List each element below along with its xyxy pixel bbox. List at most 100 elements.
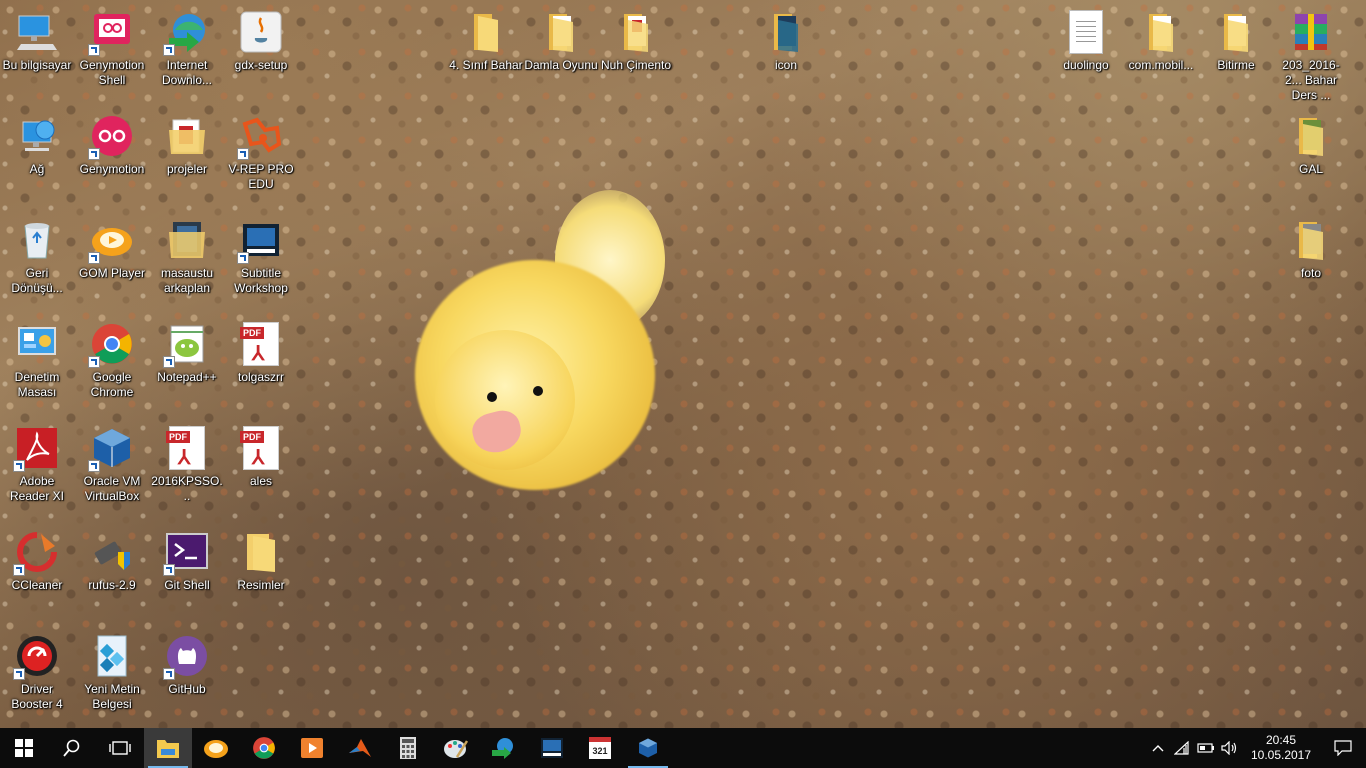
taskbar-chrome[interactable]	[240, 728, 288, 768]
desktop-icon-ccleaner[interactable]: CCleaner	[0, 528, 74, 593]
desktop-icon-label: GOM Player	[78, 266, 145, 280]
taskbar: 321 20:45 10.05.2017	[0, 728, 1366, 768]
taskbar-idm[interactable]	[480, 728, 528, 768]
desktop-icon-icon[interactable]: icon	[749, 8, 823, 73]
desktop-icon-label: Bu bilgisayar	[2, 58, 72, 72]
folder-icon	[462, 8, 510, 56]
taskbar-media-player[interactable]	[288, 728, 336, 768]
taskbar-paint[interactable]	[432, 728, 480, 768]
desktop-icon-virtualbox[interactable]: Oracle VM VirtualBox	[75, 424, 149, 504]
desktop-icon-foto[interactable]: foto	[1274, 216, 1348, 281]
ccleaner-icon	[13, 528, 61, 576]
duckling-wallpaper	[405, 190, 675, 510]
taskbar-clock[interactable]: 20:45 10.05.2017	[1248, 733, 1314, 763]
desktop-icon-tolgaszrr[interactable]: PDF ⅄ tolgaszrr	[224, 320, 298, 385]
task-view-button[interactable]	[96, 728, 144, 768]
desktop-icon-label: Subtitle Workshop	[234, 266, 288, 295]
network-tray-button[interactable]	[1170, 728, 1194, 768]
folder-icon	[1287, 216, 1335, 264]
desktop-icon-github[interactable]: GitHub	[150, 632, 224, 697]
taskbar-file-explorer[interactable]	[144, 728, 192, 768]
chevron-up-icon	[1152, 745, 1164, 752]
desktop-icon-resimler[interactable]: Resimler	[224, 528, 298, 593]
file-explorer-icon	[157, 740, 179, 758]
battery-tray-button[interactable]	[1194, 728, 1218, 768]
pdf-icon: PDF ⅄	[237, 424, 285, 472]
taskbar-matlab[interactable]	[336, 728, 384, 768]
desktop-icon-notepad-plus-plus[interactable]: Notepad++	[150, 320, 224, 385]
desktop-icon-4-sinif-bahar[interactable]: 4. Sınıf Bahar	[449, 8, 523, 73]
desktop-icon-ag[interactable]: Ağ	[0, 112, 74, 177]
desktop-icon-projeler[interactable]: projeler	[150, 112, 224, 177]
action-center-button[interactable]	[1320, 728, 1366, 768]
desktop-icon-denetim-masasi[interactable]: Denetim Masası	[0, 320, 74, 400]
folder-icon	[762, 8, 810, 56]
desktop-icon-label: ales	[249, 474, 272, 488]
text-file-icon	[88, 632, 136, 680]
system-tray: 20:45 10.05.2017	[1146, 728, 1366, 768]
taskbar-virtualbox[interactable]	[624, 728, 672, 768]
folder-icon	[612, 8, 660, 56]
desktop-icon-geri-donusum[interactable]: Geri Dönüşü...	[0, 216, 74, 296]
desktop-icon-driver-booster[interactable]: Driver Booster 4	[0, 632, 74, 712]
desktop-icon-gdx-setup[interactable]: gdx-setup	[224, 8, 298, 73]
desktop-icon-label: Driver Booster 4	[11, 682, 63, 711]
notepad-plus-plus-icon	[163, 320, 211, 368]
paint-icon	[444, 740, 469, 758]
start-button[interactable]	[0, 728, 48, 768]
desktop-icon-label: Google Chrome	[90, 370, 134, 399]
desktop-icon-label: Nuh Çimento	[600, 58, 672, 72]
taskbar-calendar-321[interactable]: 321	[576, 728, 624, 768]
desktop-icon-com-mobil[interactable]: com.mobil...	[1124, 8, 1198, 73]
desktop-icon-nuh-cimento[interactable]: Nuh Çimento	[599, 8, 673, 73]
desktop-icon-google-chrome[interactable]: Google Chrome	[75, 320, 149, 400]
virtualbox-icon	[639, 738, 657, 758]
desktop-icon-internet-download-manager[interactable]: Internet Downlo...	[150, 8, 224, 88]
show-hidden-icons-button[interactable]	[1146, 728, 1170, 768]
subtitle-workshop-icon	[541, 738, 563, 758]
desktop-icon-label: Bitirme	[1217, 58, 1255, 72]
notification-icon	[1334, 740, 1352, 756]
media-player-icon	[301, 738, 323, 758]
control-panel-icon	[13, 320, 61, 368]
virtualbox-icon	[88, 424, 136, 472]
desktop-icon-genymotion-shell[interactable]: Genymotion Shell	[75, 8, 149, 88]
clock-date: 10.05.2017	[1250, 748, 1312, 762]
vrep-icon	[237, 112, 285, 160]
desktop-icon-bitirme[interactable]: Bitirme	[1199, 8, 1273, 73]
desktop-icon-label: rufus-2.9	[88, 578, 136, 592]
desktop-icon-bu-bilgisayar[interactable]: Bu bilgisayar	[0, 8, 74, 73]
desktop-icon-ales[interactable]: PDF ⅄ ales	[224, 424, 298, 489]
desktop-icon-label: tolgaszrr	[237, 370, 284, 384]
search-button[interactable]	[48, 728, 96, 768]
desktop-icon-yeni-metin-belgesi[interactable]: Yeni Metin Belgesi	[75, 632, 149, 712]
desktop-icon-label: Git Shell	[164, 578, 210, 592]
wifi-icon	[1174, 741, 1189, 755]
desktop-icon-git-shell[interactable]: Git Shell	[150, 528, 224, 593]
desktop-icon-gal[interactable]: GAL	[1274, 112, 1348, 177]
battery-icon	[1197, 743, 1214, 753]
desktop-icon-2016kpss[interactable]: PDF ⅄ 2016KPSSO...	[150, 424, 224, 504]
desktop-icon-adobe-reader[interactable]: Adobe Reader XI	[0, 424, 74, 504]
desktop-icon-masaustu-arkaplan[interactable]: masaustu arkaplan	[150, 216, 224, 296]
calculator-icon	[400, 737, 416, 759]
desktop-icon-label: Internet Downlo...	[161, 58, 213, 87]
taskbar-calculator[interactable]	[384, 728, 432, 768]
desktop-icon-genymotion[interactable]: Genymotion	[75, 112, 149, 177]
volume-tray-button[interactable]	[1218, 728, 1242, 768]
folder-icon	[163, 112, 211, 160]
desktop-icon-label: Oracle VM VirtualBox	[83, 474, 141, 503]
desktop-icon-vrep[interactable]: V-REP PRO EDU	[224, 112, 298, 192]
desktop-icon-damla-oyunu[interactable]: Damla Oyunu	[524, 8, 598, 73]
driver-booster-icon	[13, 632, 61, 680]
desktop-icon-gom-player[interactable]: GOM Player	[75, 216, 149, 281]
genymotion-icon	[88, 112, 136, 160]
desktop-icon-label: masaustu arkaplan	[160, 266, 214, 295]
desktop-icon-rufus[interactable]: rufus-2.9	[75, 528, 149, 593]
desktop-icon-duolingo[interactable]: duolingo	[1049, 8, 1123, 73]
desktop-icon-203-2016[interactable]: 203_2016-2... Bahar Ders ...	[1274, 8, 1348, 103]
taskbar-subtitle-workshop[interactable]	[528, 728, 576, 768]
desktop-icon-label: Yeni Metin Belgesi	[84, 682, 140, 711]
taskbar-gom-player[interactable]	[192, 728, 240, 768]
desktop-icon-subtitle-workshop[interactable]: Subtitle Workshop	[224, 216, 298, 296]
